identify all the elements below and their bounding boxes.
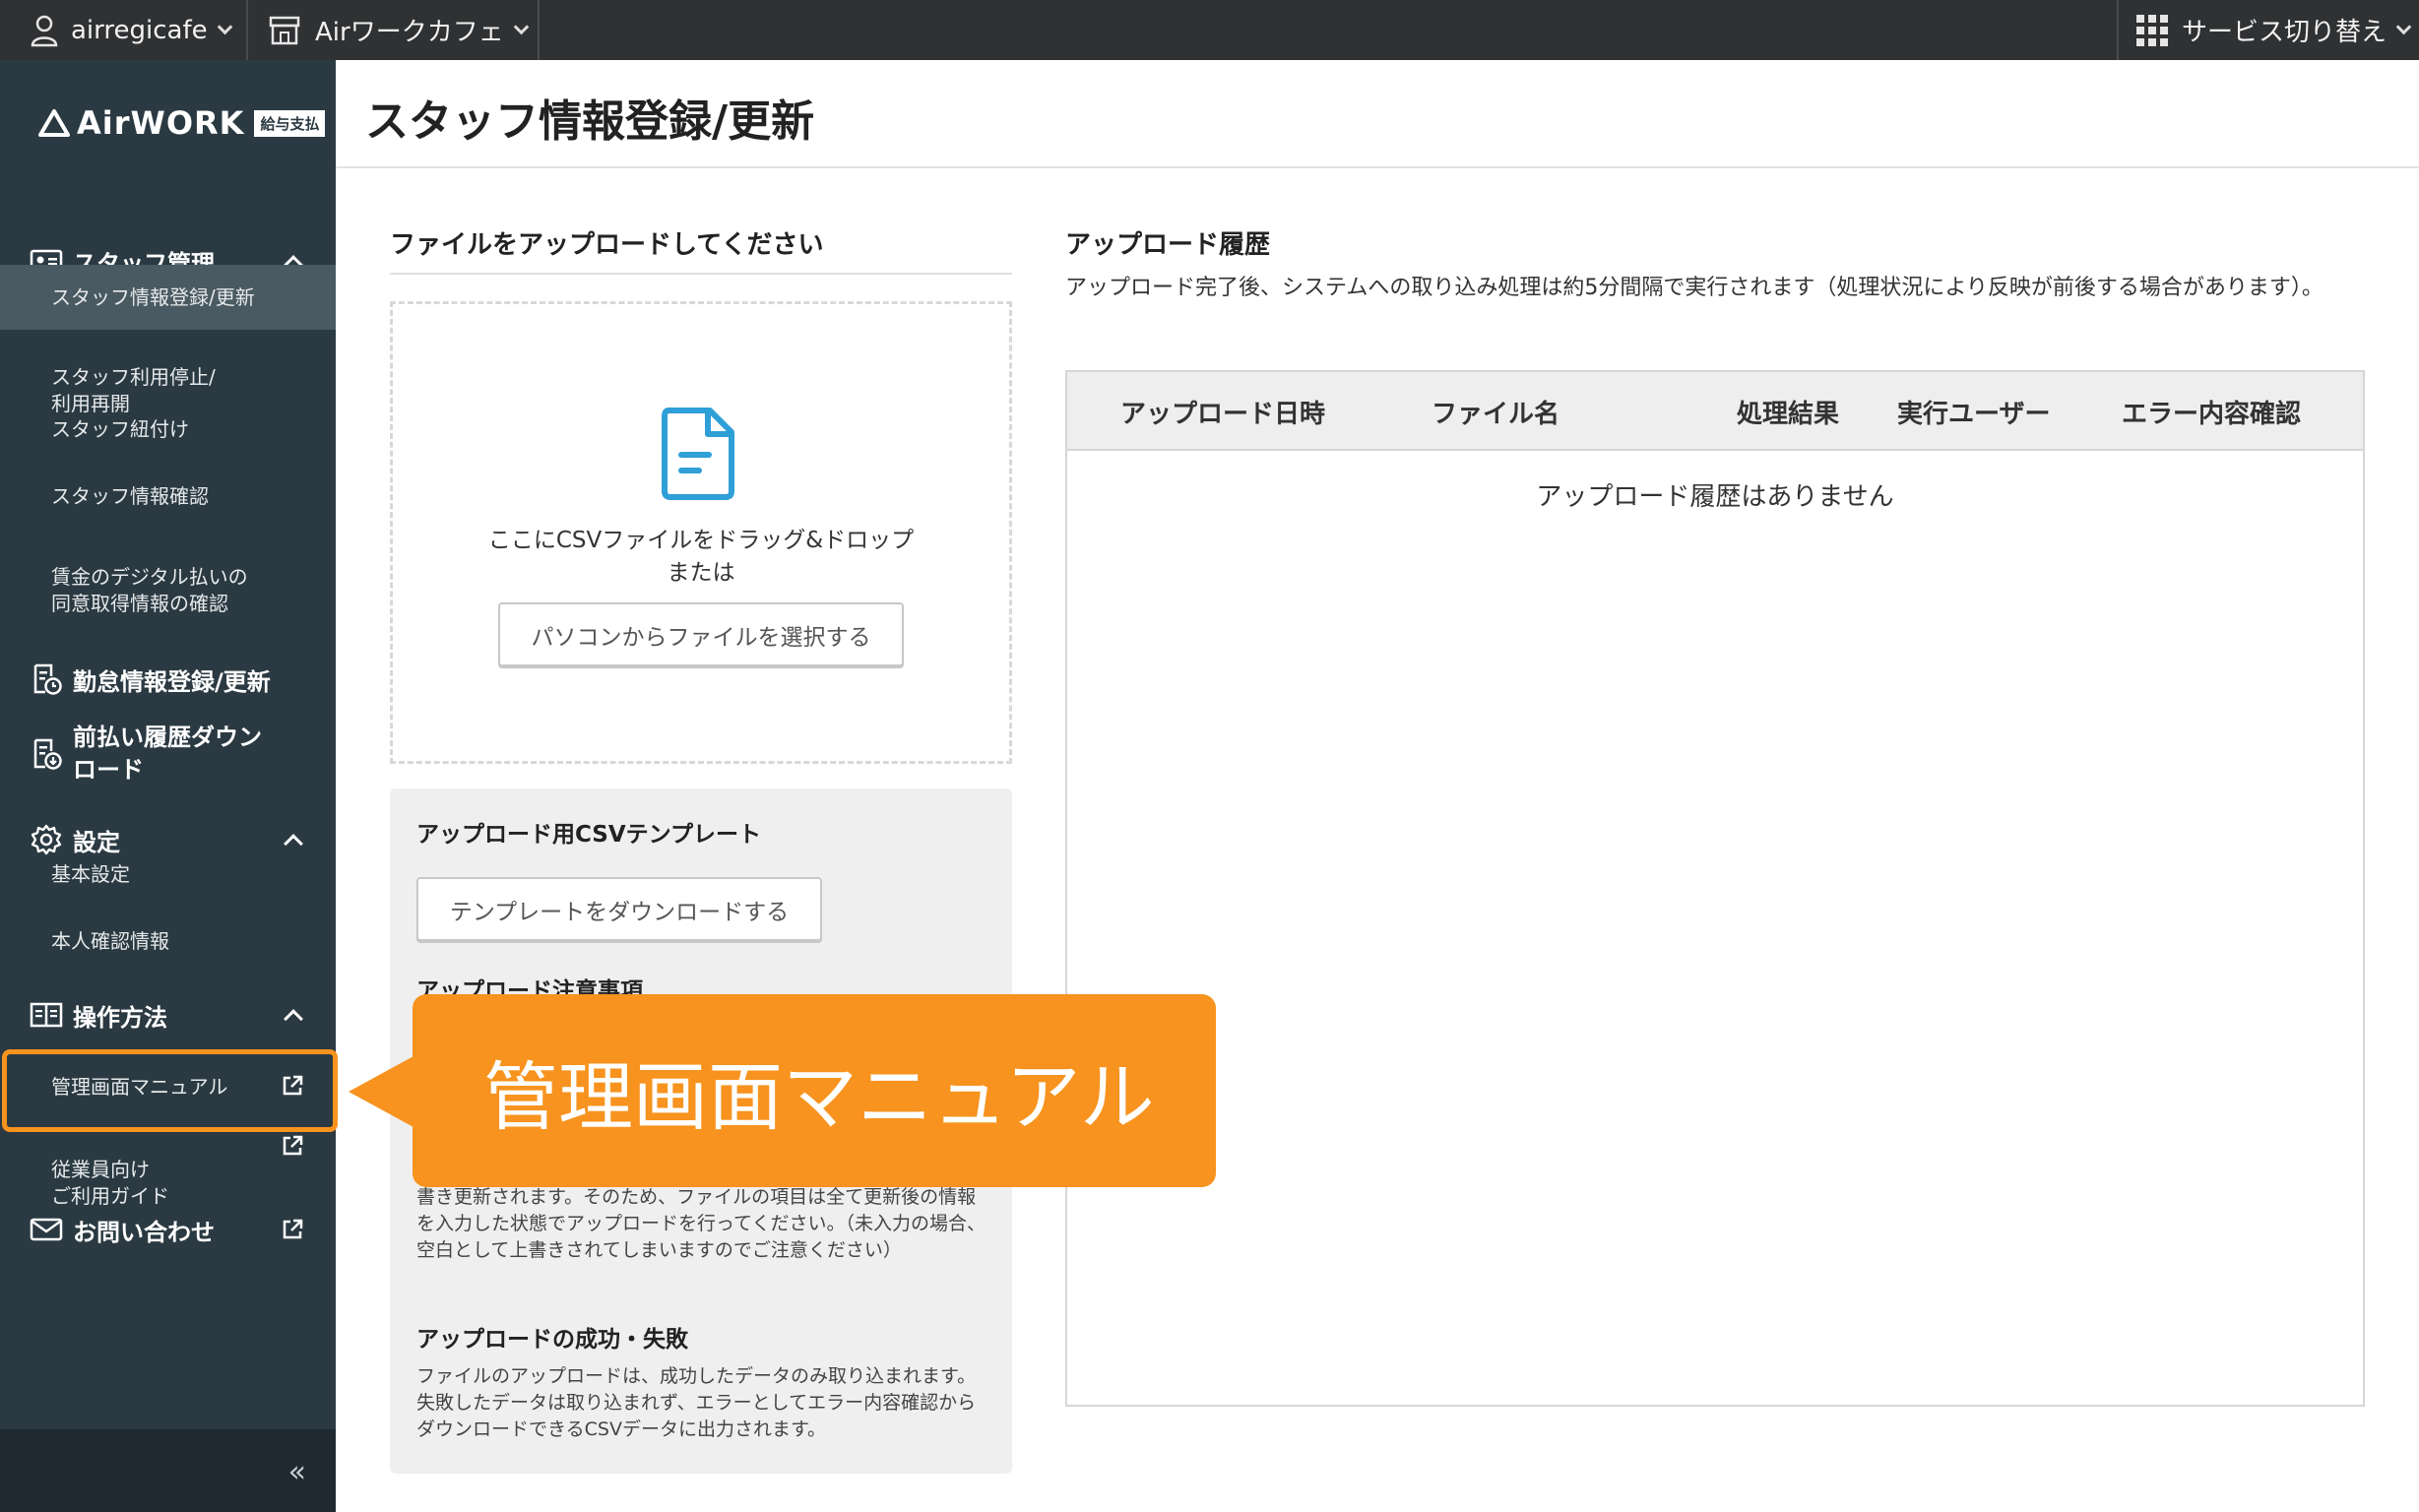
nav-section-settings[interactable]: 設定 <box>0 818 336 861</box>
double-chevron-left-icon[interactable]: « <box>288 1455 306 1489</box>
sidebar-item-basic-settings[interactable]: 基本設定 <box>0 861 336 901</box>
sidebar-collapse-bar[interactable]: « <box>0 1429 336 1512</box>
store-icon <box>269 16 300 44</box>
dropzone-or-text: または <box>667 560 735 586</box>
select-file-button[interactable]: パソコンからファイルを選択する <box>498 602 904 666</box>
user-icon <box>31 15 58 46</box>
logo-badge: 給与支払 <box>254 109 326 137</box>
nav-section-attendance[interactable]: 勤怠情報登録/更新 <box>0 658 336 701</box>
chevron-down-icon <box>2395 19 2412 35</box>
sidebar-item-label: 基本設定 <box>51 862 130 886</box>
history-section-title: アップロード履歴 <box>1065 230 1271 260</box>
nav-section-label: 操作方法 <box>73 1003 167 1032</box>
sidebar-item-label: 本人確認情報 <box>51 929 169 953</box>
nav-section-label: お問い合わせ <box>73 1218 215 1246</box>
nav-section-label: 設定 <box>73 828 120 856</box>
sidebar-item-label: スタッフ利用停止/ 利用再開 <box>51 365 216 415</box>
divider <box>390 273 1012 275</box>
download-doc-icon <box>30 737 63 771</box>
history-table: アップロード日時 ファイル名 処理結果 実行ユーザー エラー内容確認 アップロー… <box>1065 370 2365 1407</box>
column-header-file-name: ファイル名 <box>1432 400 1560 429</box>
nav-section-label: 勤怠情報登録/更新 <box>73 667 271 696</box>
sidebar-item-identity-info[interactable]: 本人確認情報 <box>0 928 336 968</box>
upload-result-text: ファイルのアップロードは、成功したデータのみ取り込まれます。失敗したデータは取り… <box>416 1365 977 1440</box>
external-link-icon <box>283 1135 303 1156</box>
sidebar-item-staff-suspend[interactable]: スタッフ利用停止/ 利用再開 <box>0 338 336 415</box>
gear-icon <box>30 823 63 856</box>
nav-section-howto[interactable]: 操作方法 <box>0 993 336 1037</box>
divider <box>2117 0 2119 60</box>
store-menu[interactable]: Airワークカフェ <box>268 0 529 60</box>
column-header-result: 処理結果 <box>1737 400 1840 429</box>
column-header-error-check: エラー内容確認 <box>2122 400 2302 429</box>
nav-section-prepayment-download[interactable]: 前払い履歴ダウンロード <box>0 722 336 787</box>
sidebar-item-label: スタッフ情報確認 <box>51 484 209 508</box>
column-header-upload-datetime: アップロード日時 <box>1120 400 1326 429</box>
mail-icon <box>30 1213 63 1246</box>
callout-arrow <box>349 1056 414 1127</box>
dropzone-text: ここにCSVファイルをドラッグ&ドロップ <box>487 528 915 553</box>
callout-text: 管理画面マニュアル <box>483 1053 1155 1141</box>
table-header: アップロード日時 ファイル名 処理結果 実行ユーザー エラー内容確認 <box>1067 372 2363 451</box>
sidebar-item-staff-info[interactable]: スタッフ情報確認 <box>0 483 336 523</box>
account-menu[interactable]: airregicafe <box>30 0 232 60</box>
divider <box>538 0 540 60</box>
history-description: アップロード完了後、システムへの取り込み処理は約5分間隔で実行されます（処理状況… <box>1065 276 2324 300</box>
template-title: アップロード用CSVテンプレート <box>416 822 761 848</box>
airwork-logo-icon <box>38 109 70 137</box>
page-header: スタッフ情報登録/更新 <box>336 60 2419 168</box>
upload-result-title: アップロードの成功・失敗 <box>416 1327 688 1353</box>
upload-notes-text: 書き更新されます。そのため、ファイルの項目は全て更新後の情報を入力した状態でアッ… <box>416 1186 986 1261</box>
highlight-frame <box>2 1049 338 1132</box>
chevron-up-icon <box>284 834 303 853</box>
service-switch-menu[interactable]: サービス切り替え <box>2136 0 2412 60</box>
column-header-user: 実行ユーザー <box>1897 400 2051 429</box>
empty-history-message: アップロード履歴はありません <box>1536 482 1894 512</box>
document-icon <box>662 408 734 500</box>
sidebar-item-label: 賃金のデジタル払いの 同意取得情報の確認 <box>51 565 248 615</box>
service-switch-label: サービス切り替え <box>2182 18 2387 47</box>
sidebar-item-employee-guide[interactable]: 従業員向け ご利用ガイド <box>0 1130 336 1208</box>
callout-box: 管理画面マニュアル <box>413 994 1216 1187</box>
chevron-up-icon <box>284 1009 303 1029</box>
book-icon <box>30 998 63 1032</box>
sidebar: AirWORK 給与支払 スタッフ管理 スタッフ情報登録/更新 スタッフ利用停止… <box>0 60 336 1512</box>
file-dropzone[interactable]: ここにCSVファイルをドラッグ&ドロップ または パソコンからファイルを選択する <box>390 301 1012 764</box>
sidebar-item-staff-link[interactable]: スタッフ紐付け <box>0 416 336 456</box>
chevron-down-icon <box>217 19 232 35</box>
grid-icon <box>2136 14 2168 46</box>
account-name: airregicafe <box>71 15 208 45</box>
store-name: Airワークカフェ <box>315 18 504 47</box>
sidebar-item-label: 従業員向け ご利用ガイド <box>51 1158 169 1208</box>
sidebar-item-label: スタッフ紐付け <box>51 417 189 441</box>
sidebar-item-staff-register[interactable]: スタッフ情報登録/更新 <box>0 265 336 330</box>
upload-section-title: ファイルをアップロードしてください <box>390 230 824 260</box>
external-link-icon <box>283 1219 303 1239</box>
page-title: スタッフ情報登録/更新 <box>365 96 815 147</box>
nav-section-label: 前払い履歴ダウンロード <box>73 724 262 784</box>
divider <box>246 0 248 60</box>
download-template-button[interactable]: テンプレートをダウンロードする <box>416 877 822 941</box>
sidebar-item-label: スタッフ情報登録/更新 <box>51 285 255 309</box>
chevron-down-icon <box>513 19 529 35</box>
airwork-logo[interactable]: AirWORK 給与支払 <box>37 104 326 142</box>
sidebar-item-digital-wage[interactable]: 賃金のデジタル払いの 同意取得情報の確認 <box>0 537 336 615</box>
top-bar: airregicafe Airワークカフェ サービス切り替え <box>0 0 2419 60</box>
logo-text: AirWORK <box>77 104 245 142</box>
nav-section-contact[interactable]: お問い合わせ <box>0 1208 336 1251</box>
clock-doc-icon <box>30 662 63 696</box>
